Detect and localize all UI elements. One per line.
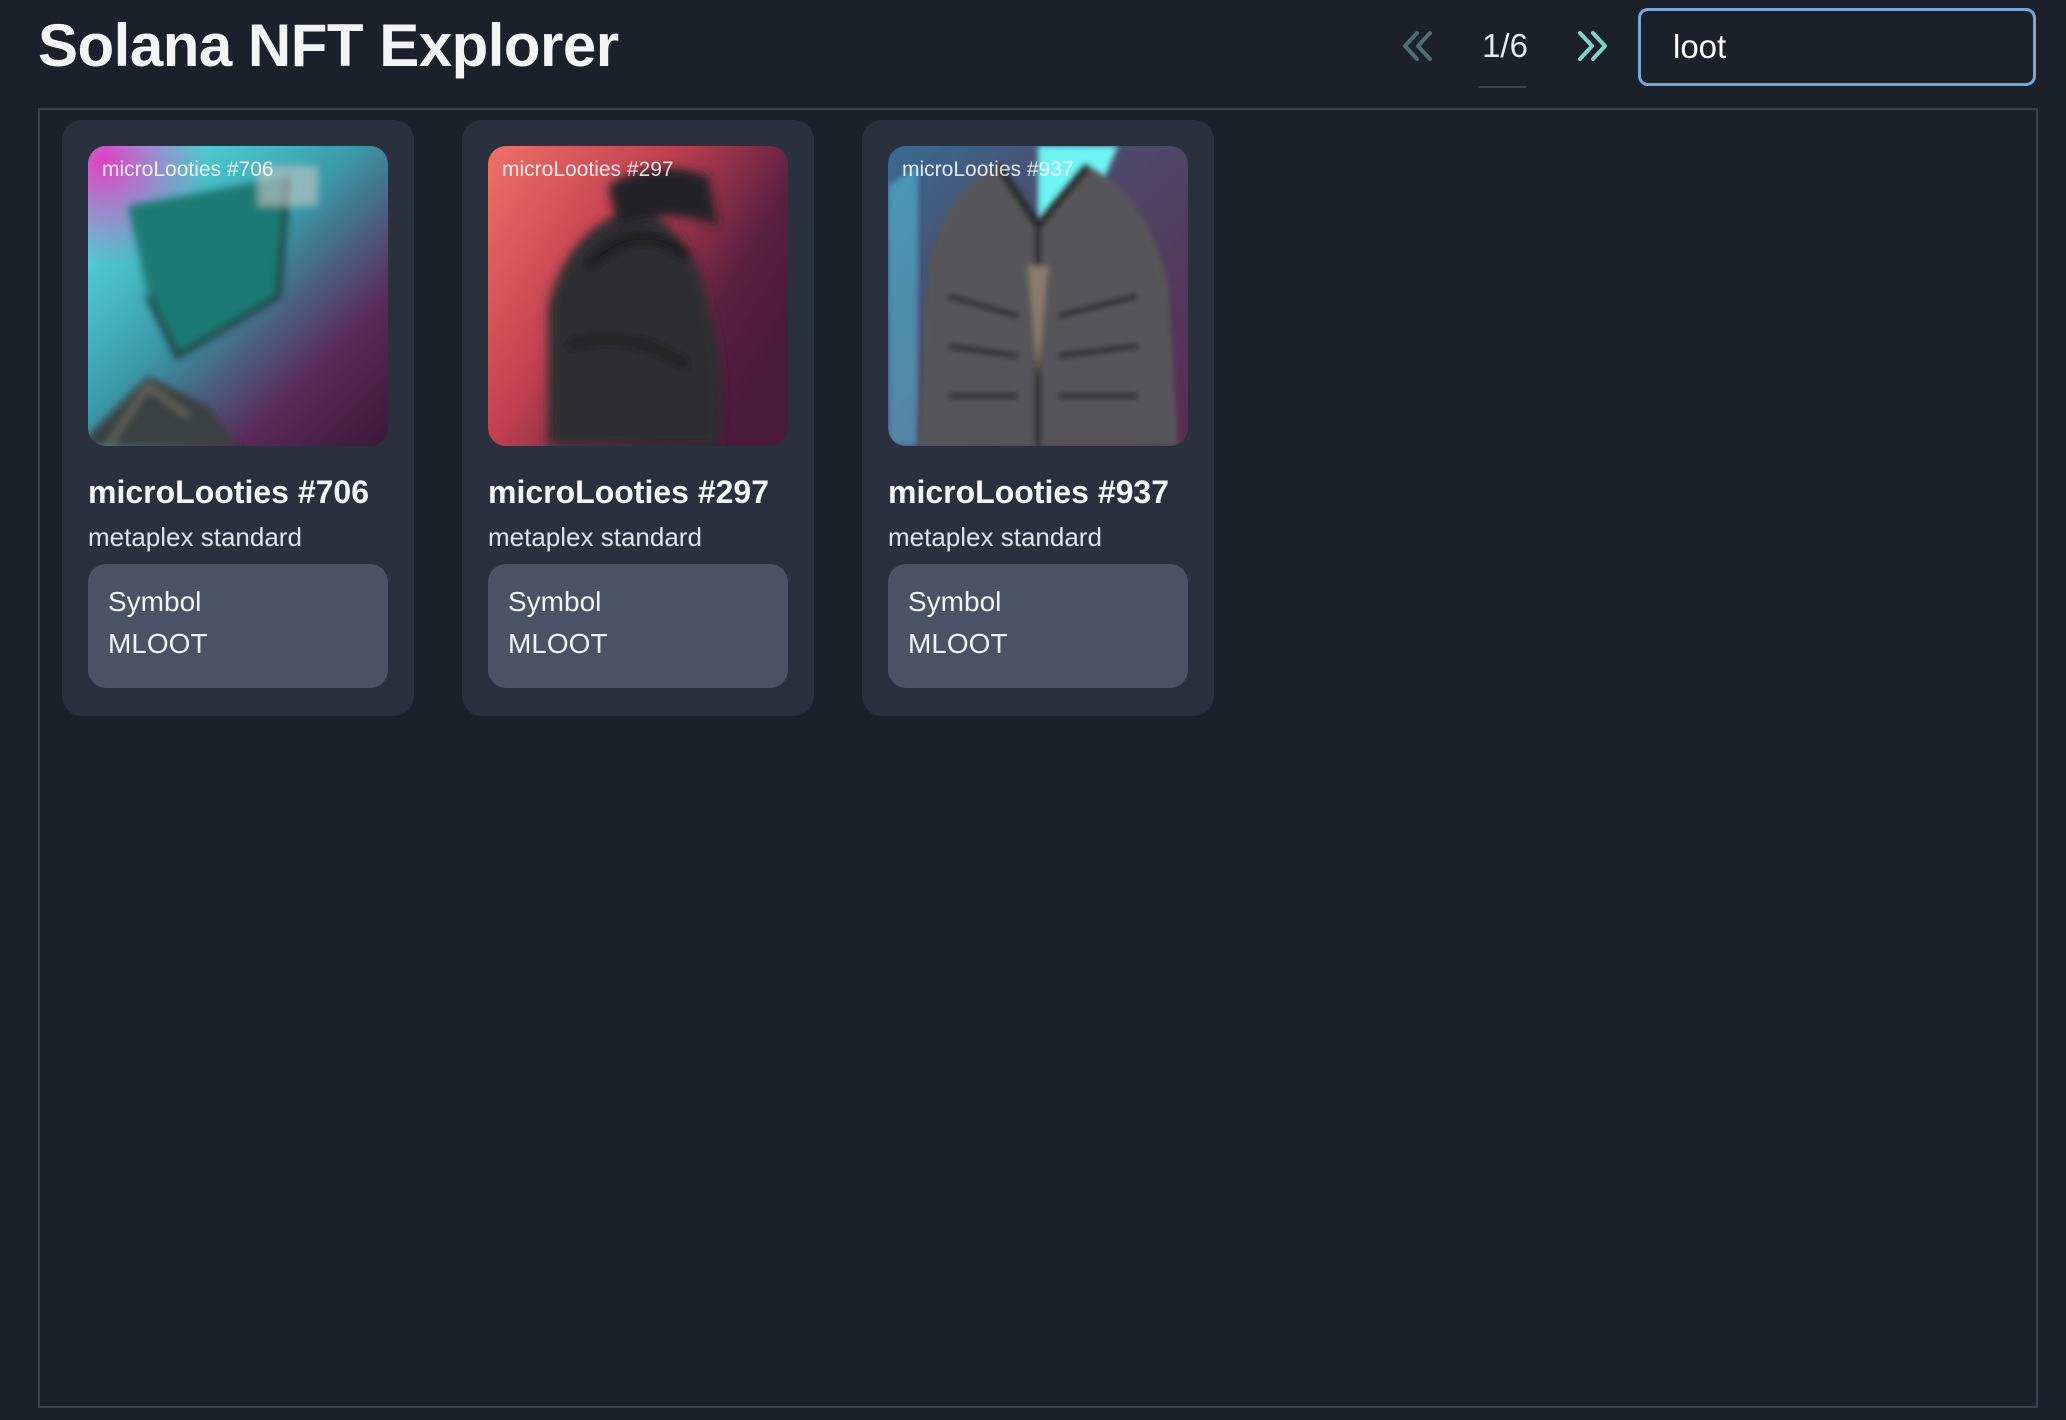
- symbol-value: MLOOT: [508, 628, 608, 659]
- page-indicator: 1/6: [1451, 6, 1559, 88]
- nft-name: microLooties #297: [488, 474, 769, 510]
- nft-standard: metaplex standard: [888, 522, 1102, 552]
- symbol-value: MLOOT: [108, 628, 208, 659]
- symbol-label: Symbol: [508, 586, 602, 617]
- nft-image: microLooties #297: [488, 146, 788, 446]
- nft-standard: metaplex standard: [488, 522, 702, 552]
- symbol-label: Symbol: [908, 586, 1002, 617]
- symbol-value: MLOOT: [908, 628, 1008, 659]
- nft-image-caption: microLooties #297: [502, 158, 674, 181]
- search-input[interactable]: [1638, 8, 2036, 86]
- nft-image: microLooties #706: [88, 146, 388, 446]
- nft-grid: microLooties #706 microLooties #706 meta…: [38, 108, 2038, 1408]
- nft-name: microLooties #937: [888, 474, 1169, 510]
- nft-card[interactable]: microLooties #937 microLooties #937 meta…: [862, 120, 1214, 716]
- nft-image-caption: microLooties #706: [102, 158, 274, 181]
- double-chevron-left-icon: [1403, 31, 1432, 61]
- page-title: Solana NFT Explorer: [38, 12, 619, 79]
- app-root: Solana NFT Explorer 1/6 loot microLootie…: [0, 0, 2066, 1420]
- next-page-button[interactable]: [1559, 6, 1625, 86]
- prev-page-button[interactable]: [1385, 6, 1451, 86]
- symbol-box: Symbol MLOOT: [88, 564, 388, 688]
- nft-card[interactable]: microLooties #706 microLooties #706 meta…: [62, 120, 414, 716]
- pagination: 1/6: [1385, 6, 1625, 88]
- nft-image: microLooties #937: [888, 146, 1188, 446]
- nft-name: microLooties #706: [88, 474, 369, 510]
- nft-image-caption: microLooties #937: [902, 158, 1074, 181]
- nft-card[interactable]: microLooties #297 microLooties #297 meta…: [462, 120, 814, 716]
- double-chevron-right-icon: [1578, 31, 1607, 61]
- symbol-box: Symbol MLOOT: [488, 564, 788, 688]
- symbol-label: Symbol: [108, 586, 202, 617]
- symbol-box: Symbol MLOOT: [888, 564, 1188, 688]
- nft-standard: metaplex standard: [88, 522, 302, 552]
